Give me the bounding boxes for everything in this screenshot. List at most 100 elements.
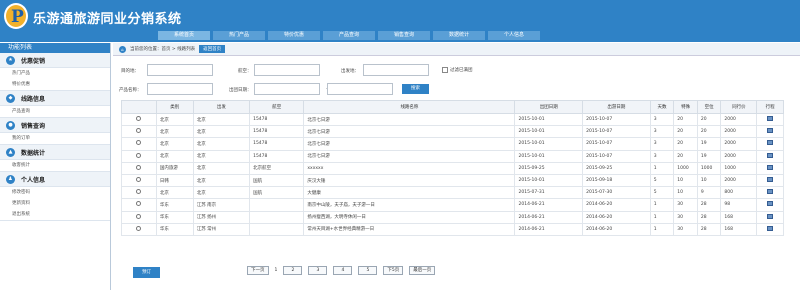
row-radio[interactable]: [121, 112, 157, 127]
logo-icon: P: [4, 3, 28, 29]
date-to-input[interactable]: [327, 83, 393, 95]
itinerary-cell[interactable]: [756, 210, 784, 224]
itinerary-cell[interactable]: [756, 137, 784, 151]
row-radio[interactable]: [121, 137, 157, 151]
itinerary-cell[interactable]: [756, 112, 784, 127]
tab-profile[interactable]: 个人信息: [488, 31, 540, 40]
itinerary-icon[interactable]: [767, 225, 774, 231]
col-special: 特殊: [673, 100, 698, 114]
itinerary-icon[interactable]: [767, 140, 774, 146]
radio-button[interactable]: [136, 152, 142, 158]
row-radio[interactable]: [121, 222, 157, 236]
row-radio[interactable]: [121, 149, 157, 163]
radio-button[interactable]: [136, 116, 142, 122]
itinerary-icon[interactable]: [767, 164, 774, 170]
pager-page-3[interactable]: 3: [308, 266, 328, 275]
radio-button[interactable]: [136, 201, 142, 207]
itinerary-icon[interactable]: [767, 128, 774, 134]
depart-label: 出发地：: [341, 69, 359, 74]
sidebar-item-update[interactable]: 更新资料: [0, 198, 110, 209]
search-button[interactable]: 搜索: [402, 84, 429, 94]
itinerary-cell[interactable]: [756, 186, 784, 200]
table-cell: 北京: [155, 137, 194, 151]
itinerary-cell[interactable]: [756, 198, 784, 212]
origin-label: 目的地：: [121, 69, 139, 74]
row-radio[interactable]: [121, 125, 157, 139]
itinerary-cell[interactable]: [756, 125, 784, 139]
itinerary-cell[interactable]: [756, 149, 784, 163]
table-cell: 5: [649, 173, 675, 188]
radio-button[interactable]: [136, 140, 142, 146]
sidebar-head-profile[interactable]: ♟ 个人信息: [0, 172, 110, 187]
table-cell: 2000: [720, 125, 758, 139]
table-row: 北京 北京 15478 北京七日游 2015-10-01 2015-10-07 3 20 19 2…: [121, 149, 784, 163]
sidebar-head-sales[interactable]: ● 销售查询: [0, 118, 110, 133]
sidebar-item-products[interactable]: 产品查询: [0, 106, 110, 117]
sidebar-head-routes[interactable]: ◆ 线路信息: [0, 91, 110, 106]
pager-last[interactable]: 最后一页: [409, 266, 436, 275]
itinerary-icon[interactable]: [767, 213, 774, 219]
date-from-input[interactable]: [254, 83, 320, 95]
radio-button[interactable]: [136, 225, 142, 231]
row-radio[interactable]: [121, 210, 157, 224]
breadcrumb: ⌂ 当前您的位置：首页 > 线路列表 返回首页: [113, 43, 800, 56]
tab-hot[interactable]: 热门产品: [213, 31, 265, 40]
depart-input[interactable]: [363, 64, 429, 76]
itinerary-icon[interactable]: [767, 201, 774, 207]
sidebar-item-orders[interactable]: 我的订单: [0, 133, 110, 144]
radio-button[interactable]: [136, 164, 142, 170]
product-label: 产品名称：: [119, 88, 142, 93]
tab-special[interactable]: 特价优惠: [268, 31, 320, 40]
row-radio[interactable]: [121, 173, 157, 188]
destination-input[interactable]: [147, 64, 213, 76]
itinerary-icon[interactable]: [767, 152, 774, 158]
table-cell: 2014-06-20: [582, 210, 651, 224]
pager-page-4[interactable]: 4: [333, 266, 353, 275]
book-button[interactable]: 预订: [133, 267, 160, 278]
table-cell: 1000: [673, 161, 698, 175]
row-radio[interactable]: [121, 186, 157, 200]
table-cell: 日韩: [155, 173, 194, 188]
tab-home[interactable]: 系统首页: [158, 31, 210, 40]
itinerary-cell[interactable]: [756, 161, 784, 175]
table-cell: 10: [696, 173, 722, 188]
radio-button[interactable]: [136, 213, 142, 219]
app-title: 乐游通旅游同业分销系统: [33, 11, 182, 26]
back-home-button[interactable]: 返回首页: [199, 45, 226, 53]
pager-next[interactable]: 下5页: [383, 266, 404, 275]
table-cell: 15478: [249, 137, 305, 151]
table-cell: 北京: [192, 186, 251, 200]
table-cell: 2015-07-31: [514, 186, 584, 200]
itinerary-icon[interactable]: [767, 189, 774, 195]
sidebar-head-stats[interactable]: ▲ 数据统计: [0, 145, 110, 160]
table-cell: 1000: [720, 161, 758, 175]
table-cell: 庆汉大锤: [303, 173, 516, 188]
pager-page-5[interactable]: 5: [358, 266, 378, 275]
pager-page-2[interactable]: 2: [283, 266, 303, 275]
full-filter-checkbox[interactable]: [442, 67, 448, 73]
itinerary-icon[interactable]: [767, 177, 774, 183]
sidebar-item-password[interactable]: 修改密码: [0, 187, 110, 198]
row-radio[interactable]: [121, 161, 157, 175]
row-radio[interactable]: [121, 198, 157, 212]
sidebar-item-logout[interactable]: 退出系统: [0, 209, 110, 220]
table-cell: 28: [696, 222, 722, 236]
flight-input[interactable]: [254, 64, 320, 76]
table-cell: 2015-10-01: [514, 149, 584, 163]
itinerary-icon[interactable]: [767, 116, 774, 122]
sidebar-item-guests[interactable]: 收客统计: [0, 160, 110, 171]
itinerary-cell[interactable]: [756, 173, 784, 188]
radio-button[interactable]: [136, 189, 142, 195]
tab-products[interactable]: 产品查询: [323, 31, 375, 40]
pager-prev[interactable]: 下一页: [247, 266, 269, 275]
radio-button[interactable]: [136, 128, 142, 134]
radio-button[interactable]: [136, 177, 142, 183]
col-travel-date: 出游日期: [582, 100, 651, 114]
tab-sales[interactable]: 销售查询: [378, 31, 430, 40]
sidebar-item-special[interactable]: 特价优惠: [0, 79, 110, 90]
sidebar-head-promo[interactable]: ★ 优惠促销: [0, 53, 110, 68]
itinerary-cell[interactable]: [756, 222, 784, 236]
tab-stats[interactable]: 数据统计: [433, 31, 485, 40]
product-input[interactable]: [147, 83, 213, 95]
sidebar-item-hot[interactable]: 热门产品: [0, 68, 110, 79]
